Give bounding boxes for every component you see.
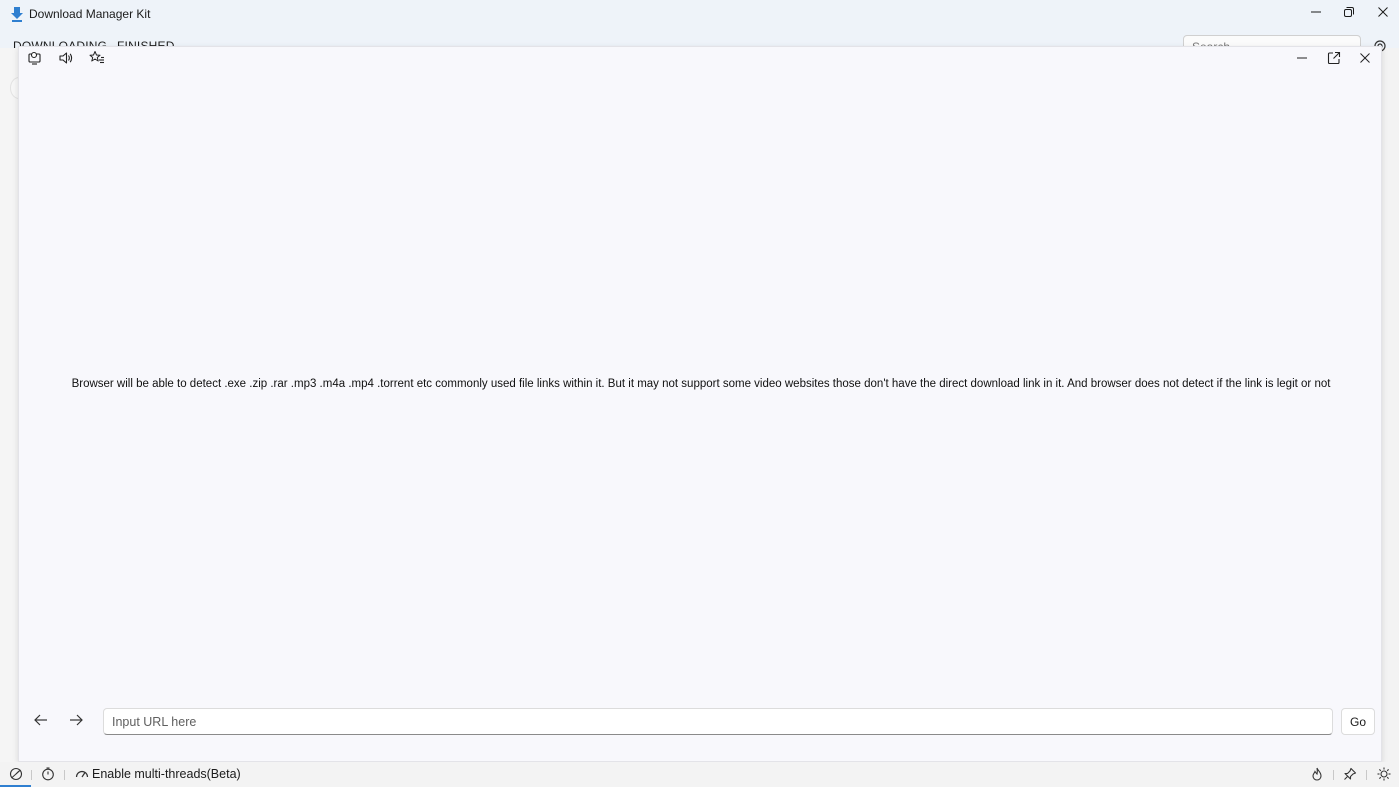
restore-button[interactable] <box>1332 0 1366 24</box>
favorites-button[interactable] <box>87 48 107 68</box>
browser-popout-button[interactable] <box>1324 48 1344 68</box>
app-title: Download Manager Kit <box>29 7 151 21</box>
theme-icon <box>1377 767 1391 781</box>
close-icon <box>1360 53 1370 63</box>
back-button[interactable] <box>29 710 53 730</box>
volume-icon <box>59 52 73 64</box>
speed-limit-button[interactable] <box>8 766 24 782</box>
speed-limit-icon <box>9 767 23 781</box>
arrow-left-icon <box>34 714 47 726</box>
underlying-list-area <box>0 48 18 762</box>
popout-icon <box>1327 51 1341 65</box>
multithread-toggle[interactable] <box>74 766 90 782</box>
flame-icon <box>1312 767 1322 781</box>
flame-button[interactable] <box>1309 766 1325 782</box>
close-icon <box>1378 7 1388 17</box>
arrow-right-icon <box>70 714 83 726</box>
forward-button[interactable] <box>64 710 88 730</box>
minimize-icon <box>1311 11 1321 13</box>
pin-icon <box>1344 767 1357 780</box>
browser-minimize-button[interactable] <box>1292 48 1312 68</box>
timer-icon <box>42 767 54 781</box>
volume-button[interactable] <box>56 48 76 68</box>
browser-close-button[interactable] <box>1355 48 1375 68</box>
url-input[interactable] <box>103 708 1333 735</box>
timer-button[interactable] <box>40 766 56 782</box>
speedometer-icon <box>75 770 89 778</box>
restore-icon <box>1344 7 1354 17</box>
separator <box>64 770 65 780</box>
minimize-icon <box>1297 57 1307 59</box>
theme-button[interactable] <box>1376 766 1392 782</box>
status-bar: Enable multi-threads(Beta) <box>0 762 1399 787</box>
pin-button[interactable] <box>1342 766 1358 782</box>
favorites-icon <box>89 51 104 64</box>
go-button[interactable]: Go <box>1341 708 1375 735</box>
user-monitor-button[interactable] <box>25 48 45 68</box>
separator <box>1333 770 1334 780</box>
separator <box>31 770 32 780</box>
minimize-button[interactable] <box>1299 0 1333 24</box>
browser-panel: Browser will be able to detect .exe .zip… <box>18 46 1382 762</box>
download-app-icon <box>11 7 23 22</box>
title-bar: Download Manager Kit <box>0 0 1399 30</box>
close-button[interactable] <box>1366 0 1399 24</box>
user-monitor-icon <box>28 51 41 65</box>
browser-info-text: Browser will be able to detect .exe .zip… <box>71 378 1331 390</box>
multithread-label[interactable]: Enable multi-threads(Beta) <box>92 767 241 781</box>
separator <box>1366 770 1367 780</box>
